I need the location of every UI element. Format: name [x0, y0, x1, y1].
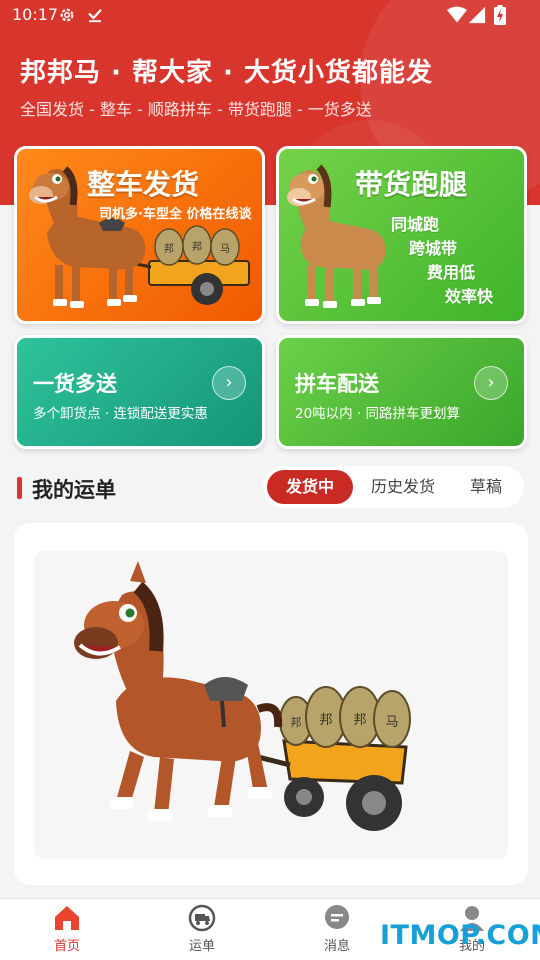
battery-charging-icon: [494, 5, 506, 25]
service-summary: 全国发货 - 整车 - 顺路拼车 - 带货跑腿 - 一货多送: [20, 100, 372, 119]
nav-item-messages[interactable]: 消息: [297, 903, 377, 954]
cargo-bag-label: 邦: [319, 713, 332, 728]
full-truck-subtitle: 司机多·车型全 价格在线谈: [99, 207, 252, 222]
tab-shipping[interactable]: 发货中: [267, 470, 353, 504]
order-status-tabs: 发货中 历史发货 草稿: [263, 466, 524, 508]
status-time: 10:17: [12, 5, 59, 24]
cargo-bag-label: 邦: [291, 716, 302, 729]
errand-feature-line: 跨城带: [409, 239, 458, 258]
errand-delivery-card[interactable]: 带货跑腿 同城跑 跨城带 费用低 效率快: [276, 146, 527, 324]
multi-drop-delivery-card[interactable]: 一货多送 多个卸货点 · 连锁配送更实惠 ›: [14, 335, 265, 449]
errand-title: 带货跑腿: [355, 168, 468, 201]
cargo-bag-label: 邦: [164, 242, 174, 255]
nav-label: 消息: [323, 939, 350, 954]
full-truck-title: 整车发货: [87, 168, 200, 201]
horse-cart-illustration: 邦 邦 邦 马: [74, 561, 411, 831]
multi-drop-title: 一货多送: [33, 372, 117, 396]
full-truck-shipping-card[interactable]: 邦 邦 马 整车发货 司机多·车型全 价格在线谈: [14, 146, 265, 324]
chevron-right-icon[interactable]: ›: [212, 366, 246, 400]
errand-feature-line: 同城跑: [391, 215, 440, 234]
section-title: 我的运单: [32, 478, 116, 502]
cargo-bag-label: 马: [220, 243, 230, 255]
carpool-subtitle: 20吨以内 · 同路拼车更划算: [295, 406, 461, 422]
cargo-bag-label: 邦: [192, 240, 202, 253]
nav-item-orders[interactable]: 运单: [162, 903, 242, 954]
app-slogan: 邦邦马 · 帮大家 · 大货小货都能发: [20, 58, 433, 88]
nav-item-home[interactable]: 首页: [27, 903, 107, 954]
carpool-title: 拼车配送: [295, 372, 379, 396]
wifi-icon: [447, 6, 467, 23]
chevron-right-icon[interactable]: ›: [474, 366, 508, 400]
multi-drop-subtitle: 多个卸货点 · 连锁配送更实惠: [33, 406, 208, 422]
download-done-icon: [88, 8, 102, 23]
cargo-bag-label: 马: [385, 715, 398, 730]
tab-drafts[interactable]: 草稿: [453, 470, 519, 504]
message-icon: [325, 905, 349, 929]
home-icon: [55, 906, 79, 930]
empty-state-scene: 邦 邦 邦 马: [34, 551, 508, 859]
signal-icon: [468, 6, 486, 24]
tab-history[interactable]: 历史发货: [361, 470, 445, 504]
cargo-bag-label: 邦: [353, 713, 366, 728]
errand-feature-line: 费用低: [427, 263, 476, 282]
nav-label: 运单: [188, 939, 215, 954]
site-watermark: ITMOP.COM: [380, 920, 540, 951]
nav-label: 首页: [53, 939, 80, 954]
status-bar: 10:17: [0, 0, 540, 30]
gear-icon: [60, 8, 74, 22]
carpool-delivery-card[interactable]: 拼车配送 20吨以内 · 同路拼车更划算 ›: [276, 335, 527, 449]
orders-empty-panel: 邦 邦 邦 马: [14, 523, 528, 885]
section-accent-bar: [17, 477, 22, 499]
errand-feature-line: 效率快: [445, 287, 494, 306]
truck-order-icon: [188, 904, 216, 932]
